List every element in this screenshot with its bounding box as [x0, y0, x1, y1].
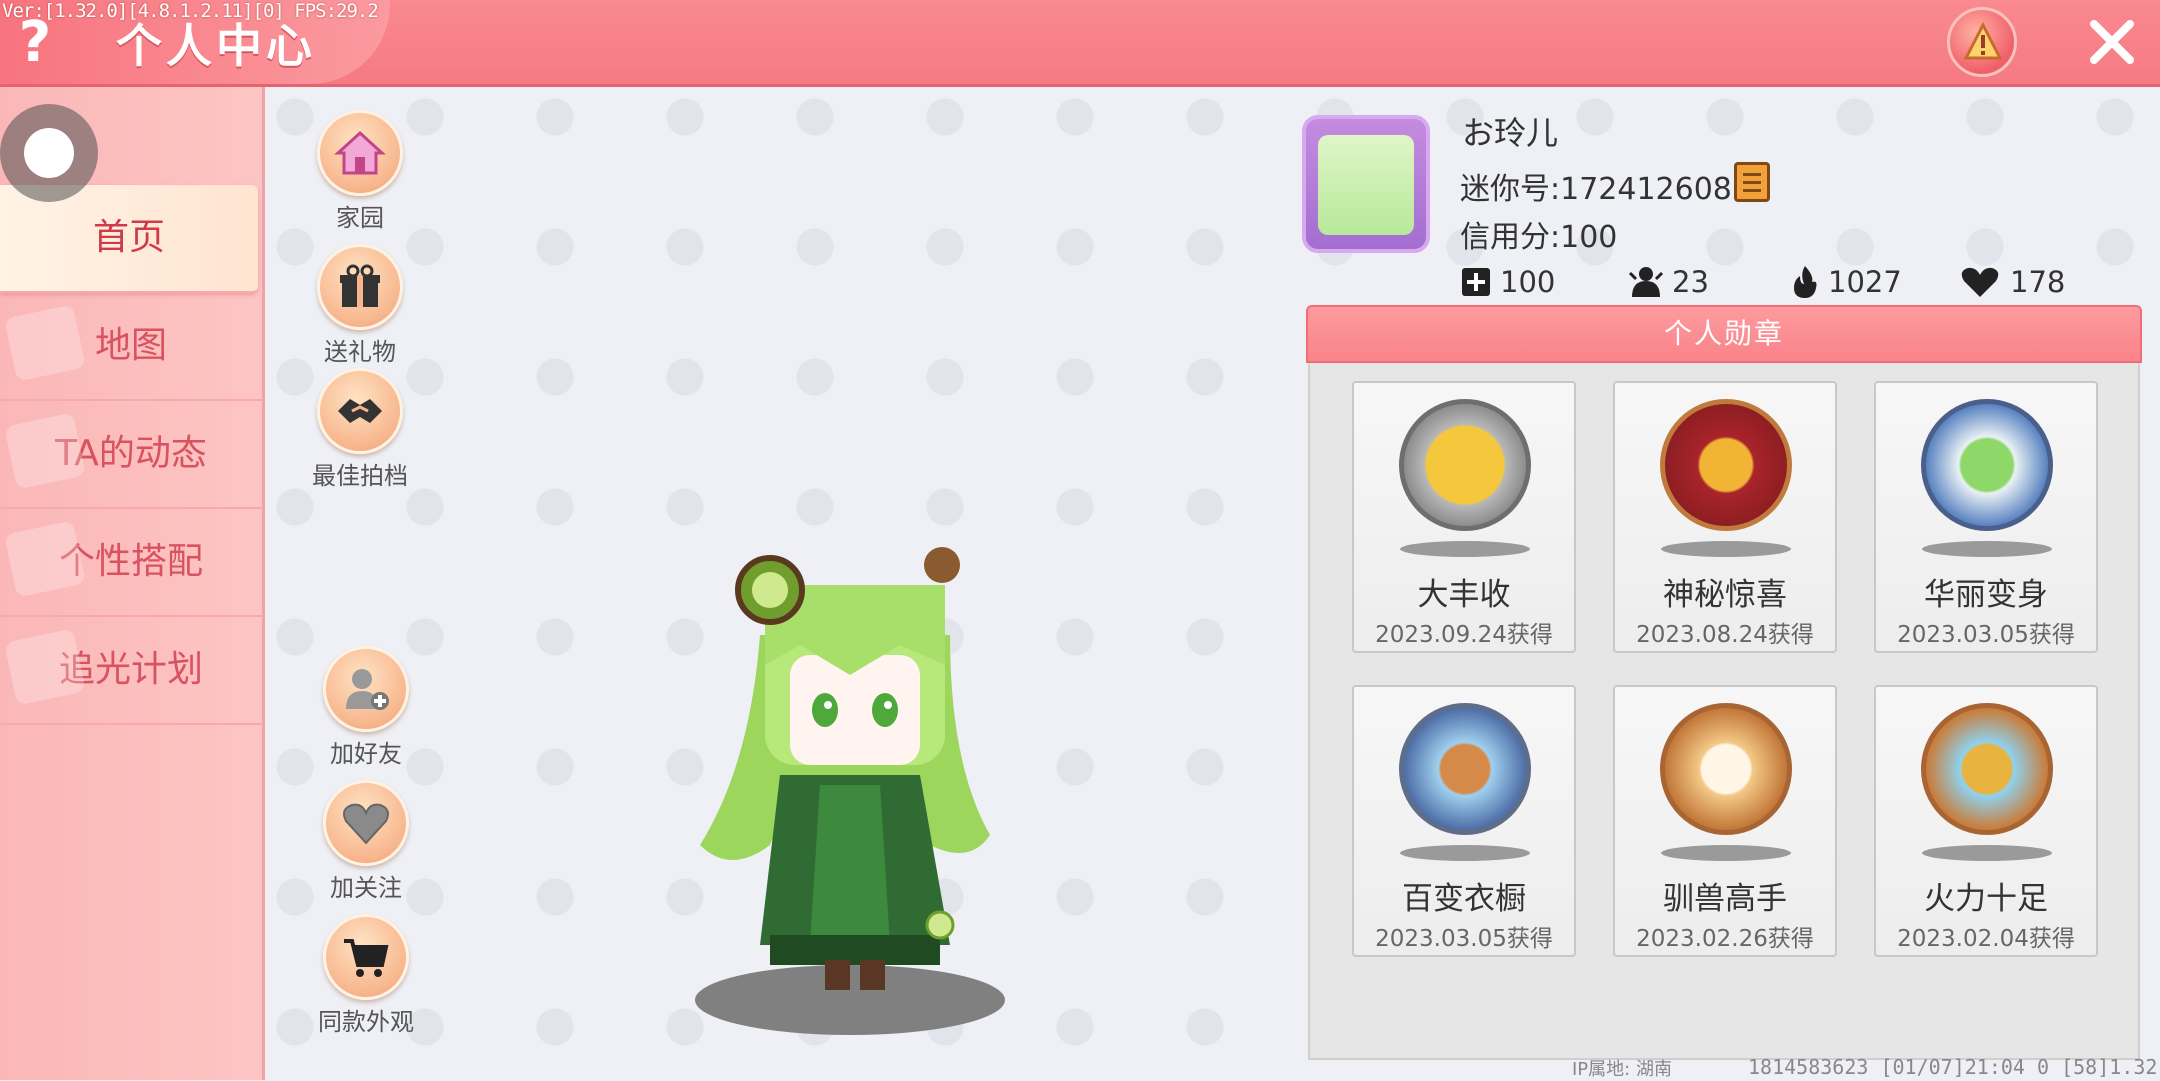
medal-date: 2023.09.24获得: [1375, 622, 1553, 648]
sidebar: 首页 地图 TA的动态 个性搭配 追光计划: [0, 87, 265, 1080]
mystery-gift-medal-icon: [1660, 399, 1792, 531]
ip-location: IP属地: 湖南: [1572, 1059, 1672, 1080]
cart-icon: [323, 914, 409, 1000]
medal-card[interactable]: 驯兽高手 2023.02.26获得: [1613, 685, 1837, 957]
build-info: 1814583623 [01/07]21:04 0 [58]1.32.0: [1748, 1055, 2160, 1079]
plus-box-icon: [1462, 268, 1490, 296]
nav-item-label: 首页: [92, 217, 165, 258]
medal-shadow: [1661, 541, 1791, 557]
avatar-portrait: [1318, 135, 1414, 235]
medal-shadow: [1661, 845, 1791, 861]
stat-plus-value: 100: [1500, 265, 1556, 299]
tamer-medal-icon: [1660, 703, 1792, 835]
medal-shadow: [1400, 845, 1530, 861]
version-info: Ver:[1.32.0][4.8.1.2.11][0] FPS:29.2: [2, 0, 379, 22]
heart-icon: [323, 780, 409, 866]
medal-name: 火力十足: [1924, 881, 2048, 917]
outfit-deco-icon: [4, 520, 86, 598]
bell-deco-icon: [4, 412, 86, 490]
add-user-icon: [323, 646, 409, 732]
follow-button[interactable]: 加关注: [296, 780, 436, 903]
plan-deco-icon: [4, 628, 86, 706]
medal-name: 百变衣橱: [1402, 881, 1526, 917]
house-icon: [317, 110, 403, 196]
hearts-icon: [1961, 267, 1999, 297]
floating-assistive-button[interactable]: [0, 104, 98, 202]
partner-button[interactable]: 最佳拍档: [290, 368, 430, 491]
medal-date: 2023.02.04获得: [1897, 926, 2075, 952]
medal-name: 驯兽高手: [1663, 881, 1787, 917]
nav-item-activity[interactable]: TA的动态: [0, 401, 262, 509]
partner-label: 最佳拍档: [312, 462, 408, 490]
copy-id-button[interactable]: [1734, 162, 1770, 202]
medal-card[interactable]: 神秘惊喜 2023.08.24获得: [1613, 381, 1837, 653]
credit-score: 信用分:100: [1460, 220, 1618, 255]
mini-id: 迷你号:1724126085: [1460, 172, 1751, 207]
transform-medal-icon: [1921, 399, 2053, 531]
nav-item-lightchase[interactable]: 追光计划: [0, 617, 262, 725]
medal-card[interactable]: 大丰收 2023.09.24获得: [1352, 381, 1576, 653]
close-icon: [2090, 20, 2134, 64]
firepower-medal-icon: [1921, 703, 2053, 835]
stat-fire-value: 1027: [1828, 265, 1902, 299]
follow-label: 加关注: [330, 874, 402, 902]
medal-panel-header: 个人勋章: [1306, 305, 2142, 363]
medal-card[interactable]: 百变衣橱 2023.03.05获得: [1352, 685, 1576, 957]
add-friend-button[interactable]: 加好友: [296, 646, 436, 769]
nav-item-map[interactable]: 地图: [0, 293, 262, 401]
same-look-label: 同款外观: [318, 1008, 414, 1036]
medal-card[interactable]: 火力十足 2023.02.04获得: [1874, 685, 2098, 957]
medal-name: 神秘惊喜: [1663, 577, 1787, 613]
stat-fans-value: 23: [1672, 265, 1709, 299]
stat-plus: 100: [1460, 262, 1555, 302]
gift-button[interactable]: 送礼物: [290, 244, 430, 367]
same-look-button[interactable]: 同款外观: [296, 914, 436, 1037]
medal-date: 2023.03.05获得: [1375, 926, 1553, 952]
profile-avatar[interactable]: [1302, 115, 1430, 253]
medal-shadow: [1400, 541, 1530, 557]
medal-name: 华丽变身: [1924, 577, 2048, 613]
add-friend-label: 加好友: [330, 740, 402, 768]
map-deco-icon: [4, 304, 86, 382]
warning-icon: [1964, 22, 2002, 60]
handshake-icon: [317, 368, 403, 454]
gift-icon: [317, 244, 403, 330]
medal-shadow: [1922, 541, 2052, 557]
harvest-medal-icon: [1399, 399, 1531, 531]
report-button[interactable]: [1947, 7, 2017, 77]
medal-name: 大丰收: [1417, 577, 1511, 613]
medal-panel[interactable]: 大丰收 2023.09.24获得 神秘惊喜 2023.08.24获得 华丽变身 …: [1308, 363, 2140, 1060]
home-button[interactable]: 家园: [290, 110, 430, 233]
username: お玲儿: [1462, 114, 1559, 152]
fire-icon: [1794, 266, 1817, 298]
stat-fire: 1027: [1790, 262, 1902, 302]
medal-shadow: [1922, 845, 2052, 861]
stat-fans: 23: [1628, 262, 1709, 302]
nav-item-outfit[interactable]: 个性搭配: [0, 509, 262, 617]
nav-item-home[interactable]: 首页: [0, 185, 258, 293]
medal-date: 2023.08.24获得: [1636, 622, 1814, 648]
medal-card[interactable]: 华丽变身 2023.03.05获得: [1874, 381, 2098, 653]
top-bar: ? 个人中心 Ver:[1.32.0][4.8.1.2.11][0] FPS:2…: [0, 0, 2160, 87]
stat-likes: 178: [1958, 262, 2065, 302]
fans-icon: [1628, 267, 1664, 297]
player-character[interactable]: [650, 545, 1030, 1045]
stat-likes-value: 178: [2010, 265, 2066, 299]
nav-item-label: 地图: [94, 325, 167, 366]
medal-date: 2023.02.26获得: [1636, 926, 1814, 952]
wardrobe-medal-icon: [1399, 703, 1531, 835]
close-button[interactable]: [2086, 16, 2138, 68]
gift-label: 送礼物: [324, 338, 396, 366]
medal-date: 2023.03.05获得: [1897, 622, 2075, 648]
home-label: 家园: [336, 204, 384, 232]
